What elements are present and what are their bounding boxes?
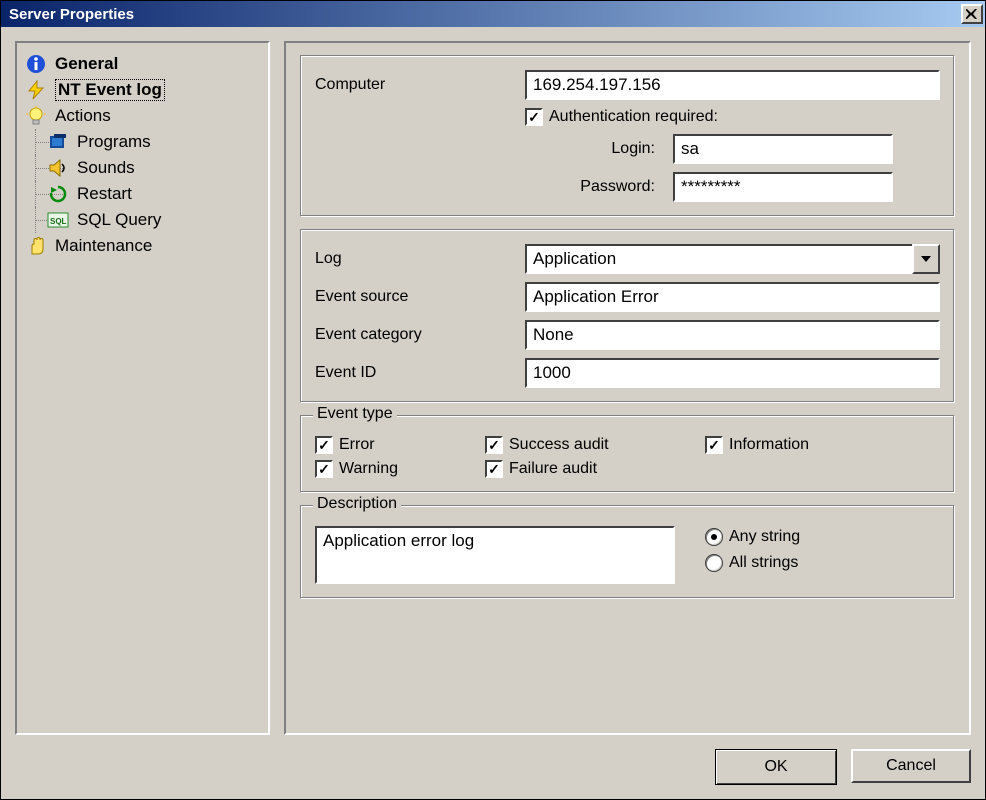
nav-item-nt-event-log[interactable]: NT Event log — [23, 77, 262, 103]
event-source-input[interactable] — [525, 282, 940, 312]
failure-audit-checkbox[interactable]: ✓ Failure audit — [485, 460, 705, 478]
all-strings-radio[interactable]: All strings — [705, 554, 800, 572]
computer-input[interactable] — [525, 70, 940, 100]
event-category-input[interactable] — [525, 320, 940, 350]
nav-label: Maintenance — [55, 236, 152, 256]
nav-label: General — [55, 54, 118, 74]
nav-label: Restart — [77, 184, 132, 204]
nav-item-actions[interactable]: Actions — [23, 103, 262, 129]
event-type-legend: Event type — [313, 405, 397, 423]
connection-group: Computer ✓ Authentication required: Logi… — [300, 55, 955, 217]
warning-label: Warning — [339, 460, 398, 478]
log-combo-value[interactable] — [525, 244, 912, 274]
login-input[interactable] — [673, 134, 893, 164]
failure-audit-label: Failure audit — [509, 460, 597, 478]
description-group: Description Application error log Any st… — [300, 505, 955, 599]
any-string-label: Any string — [729, 528, 800, 546]
radio-icon — [705, 554, 723, 572]
error-checkbox[interactable]: ✓ Error — [315, 436, 485, 454]
password-input[interactable] — [673, 172, 893, 202]
window-title: Server Properties — [9, 6, 961, 23]
event-id-input[interactable] — [525, 358, 940, 388]
warning-checkbox[interactable]: ✓ Warning — [315, 460, 485, 478]
log-group: Log Event source — [300, 229, 955, 403]
log-label: Log — [315, 250, 515, 268]
dialog-window: Server Properties General — [0, 0, 986, 800]
nav-label: SQL Query — [77, 210, 161, 230]
nav-tree: General NT Event log Actions — [15, 41, 270, 735]
computer-label: Computer — [315, 76, 515, 94]
lightning-icon — [25, 79, 47, 101]
information-label: Information — [729, 436, 809, 454]
auth-required-label: Authentication required: — [549, 108, 718, 126]
event-source-label: Event source — [315, 288, 515, 306]
speaker-icon — [47, 157, 69, 179]
info-icon — [25, 53, 47, 75]
chevron-down-icon — [921, 256, 931, 262]
checkbox-icon: ✓ — [705, 436, 723, 454]
checkbox-icon: ✓ — [485, 460, 503, 478]
nav-item-general[interactable]: General — [23, 51, 262, 77]
nav-item-sql-query[interactable]: SQL SQL Query — [23, 207, 262, 233]
nav-label: Sounds — [77, 158, 135, 178]
radio-icon — [705, 528, 723, 546]
nav-item-sounds[interactable]: Sounds — [23, 155, 262, 181]
svg-text:SQL: SQL — [50, 217, 67, 226]
checkbox-icon: ✓ — [315, 460, 333, 478]
all-strings-label: All strings — [729, 554, 798, 572]
hand-icon — [25, 235, 47, 257]
checkbox-icon: ✓ — [485, 436, 503, 454]
sql-icon: SQL — [47, 209, 69, 231]
nav-item-restart[interactable]: Restart — [23, 181, 262, 207]
login-label: Login: — [525, 140, 655, 158]
refresh-icon — [47, 183, 69, 205]
auth-required-checkbox[interactable]: ✓ Authentication required: — [525, 108, 718, 126]
success-audit-label: Success audit — [509, 436, 609, 454]
lightbulb-icon — [25, 105, 47, 127]
close-button[interactable] — [961, 4, 983, 24]
information-checkbox[interactable]: ✓ Information — [705, 436, 905, 454]
ok-button[interactable]: OK — [715, 749, 837, 785]
nav-item-programs[interactable]: Programs — [23, 129, 262, 155]
event-category-label: Event category — [315, 326, 515, 344]
titlebar: Server Properties — [1, 1, 985, 27]
nav-item-maintenance[interactable]: Maintenance — [23, 233, 262, 259]
main-split: General NT Event log Actions — [15, 41, 971, 735]
any-string-radio[interactable]: Any string — [705, 528, 800, 546]
log-combobox[interactable] — [525, 244, 940, 274]
form-panel: Computer ✓ Authentication required: Logi… — [284, 41, 971, 735]
client-area: General NT Event log Actions — [1, 27, 985, 799]
programs-icon — [47, 131, 69, 153]
description-textarea[interactable]: Application error log — [315, 526, 675, 584]
button-bar: OK Cancel — [15, 735, 971, 785]
close-icon — [966, 9, 978, 19]
nav-label: NT Event log — [55, 79, 165, 101]
nav-label: Programs — [77, 132, 151, 152]
checkbox-icon: ✓ — [315, 436, 333, 454]
password-label: Password: — [525, 178, 655, 196]
event-type-group: Event type ✓ Error ✓ Success audit ✓ Inf — [300, 415, 955, 493]
error-label: Error — [339, 436, 375, 454]
success-audit-checkbox[interactable]: ✓ Success audit — [485, 436, 705, 454]
description-legend: Description — [313, 495, 401, 513]
checkbox-icon: ✓ — [525, 108, 543, 126]
dropdown-button[interactable] — [912, 244, 940, 274]
event-id-label: Event ID — [315, 364, 515, 382]
cancel-button[interactable]: Cancel — [851, 749, 971, 783]
nav-label: Actions — [55, 106, 111, 126]
